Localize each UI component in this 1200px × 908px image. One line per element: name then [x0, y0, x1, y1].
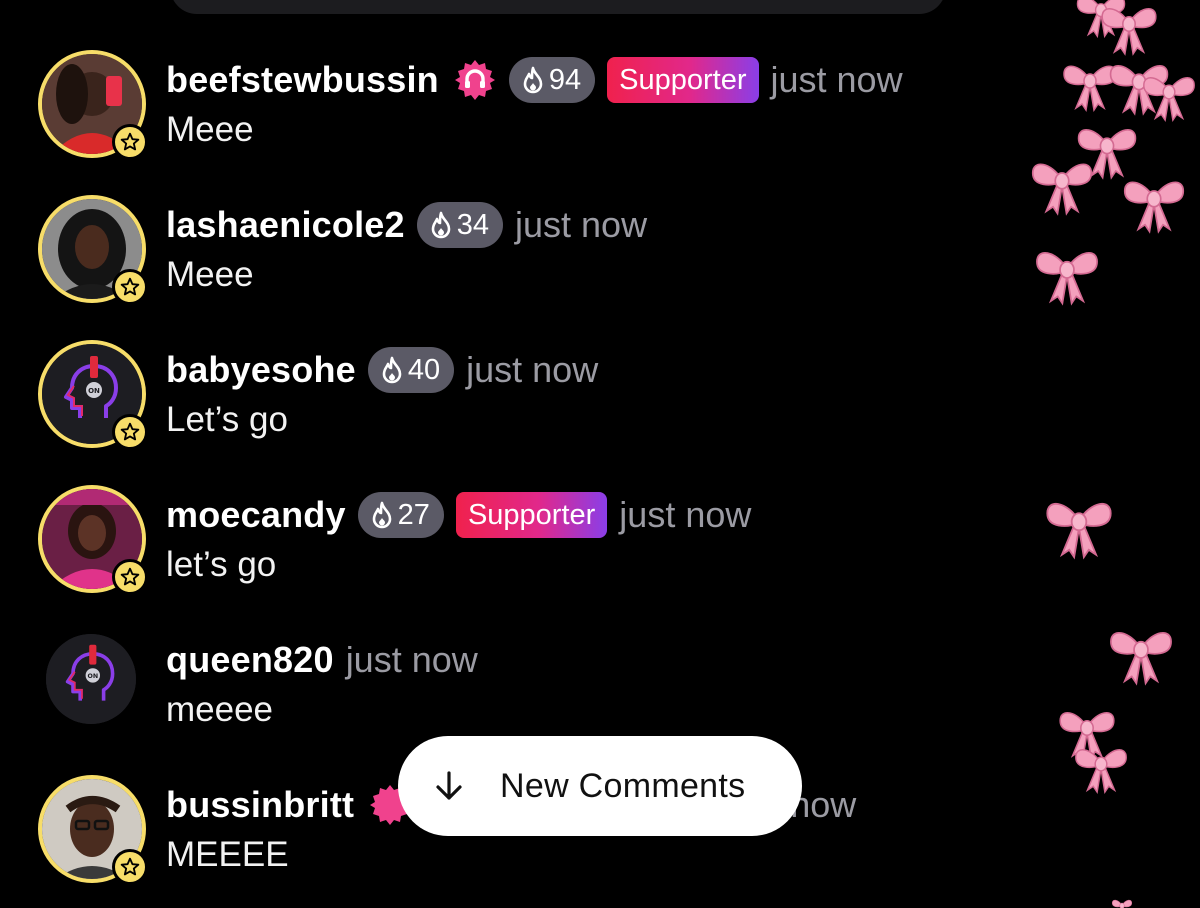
svg-text:ON: ON [88, 387, 100, 395]
comment-text: Meee [166, 110, 254, 149]
comment-text: let’s go [166, 545, 277, 584]
username[interactable]: moecandy [166, 494, 346, 536]
star-icon [112, 414, 148, 450]
avatar-wrapper[interactable] [38, 485, 148, 595]
fire-count-pill: 94 [508, 57, 596, 103]
comment-header: queen820 just now [166, 634, 478, 686]
fire-icon [380, 356, 404, 384]
username[interactable]: babyesohe [166, 349, 356, 391]
timestamp: just now [466, 349, 599, 390]
comment-header: beefstewbussin 94 Supporter just now [166, 54, 903, 106]
fire-count: 40 [407, 353, 441, 386]
bow-icon [1040, 484, 1118, 562]
star-icon [112, 269, 148, 305]
fire-count-pill: 40 [367, 347, 455, 393]
star-icon [112, 849, 148, 885]
fire-count-pill: 27 [357, 492, 444, 538]
avatar-wrapper[interactable] [38, 775, 148, 885]
star-icon [112, 559, 148, 595]
comment-text: Meee [166, 255, 254, 294]
bow-icon [1104, 614, 1178, 688]
fire-count: 94 [548, 63, 582, 96]
fire-count-pill: 34 [416, 202, 503, 248]
username[interactable]: lashaenicole2 [166, 204, 405, 246]
live-chat-screen: beefstewbussin 94 Supporter just now Mee… [0, 0, 1200, 908]
avatar[interactable]: ON [46, 634, 136, 724]
bow-icon [1070, 734, 1132, 796]
fire-count: 34 [456, 208, 489, 241]
comment-header: lashaenicole2 34 just now [166, 199, 647, 251]
comment-text: Let’s go [166, 400, 288, 439]
avatar-wrapper[interactable]: ON [38, 340, 148, 450]
avatar-wrapper[interactable] [38, 50, 148, 160]
bow-icon [1110, 894, 1134, 908]
bow-icon [1118, 164, 1190, 236]
star-icon [112, 124, 148, 160]
comment-text: meeee [166, 690, 274, 729]
username[interactable]: bussinbritt [166, 784, 354, 826]
new-comments-button[interactable]: New Comments [398, 736, 802, 836]
username[interactable]: queen820 [166, 639, 334, 681]
timestamp: just now [515, 204, 648, 245]
timestamp: just now [345, 639, 478, 680]
svg-text:ON: ON [87, 673, 98, 680]
bow-icon [1026, 146, 1098, 218]
fire-icon [429, 211, 453, 239]
comment-header: babyesohe 40 just now [166, 344, 598, 396]
arrow-down-icon [432, 769, 466, 803]
avatar-wrapper[interactable]: ON [38, 630, 146, 738]
comment-text: MEEEE [166, 835, 289, 874]
username[interactable]: beefstewbussin [166, 59, 439, 101]
new-comments-label: New Comments [500, 766, 746, 805]
avatar-wrapper[interactable] [38, 195, 148, 305]
supporter-badge: Supporter [455, 492, 608, 538]
timestamp: just now [619, 494, 752, 535]
fire-count: 27 [397, 498, 430, 531]
bow-icon [1030, 234, 1104, 308]
verified-badge-icon [453, 58, 497, 102]
bow-icon [1138, 62, 1200, 124]
comment-input-bar[interactable] [170, 0, 946, 14]
fire-icon [521, 66, 545, 94]
fire-icon [370, 501, 394, 529]
supporter-badge: Supporter [607, 57, 759, 103]
timestamp: just now [770, 59, 903, 100]
comment-header: moecandy 27 Supporter just now [166, 489, 751, 541]
